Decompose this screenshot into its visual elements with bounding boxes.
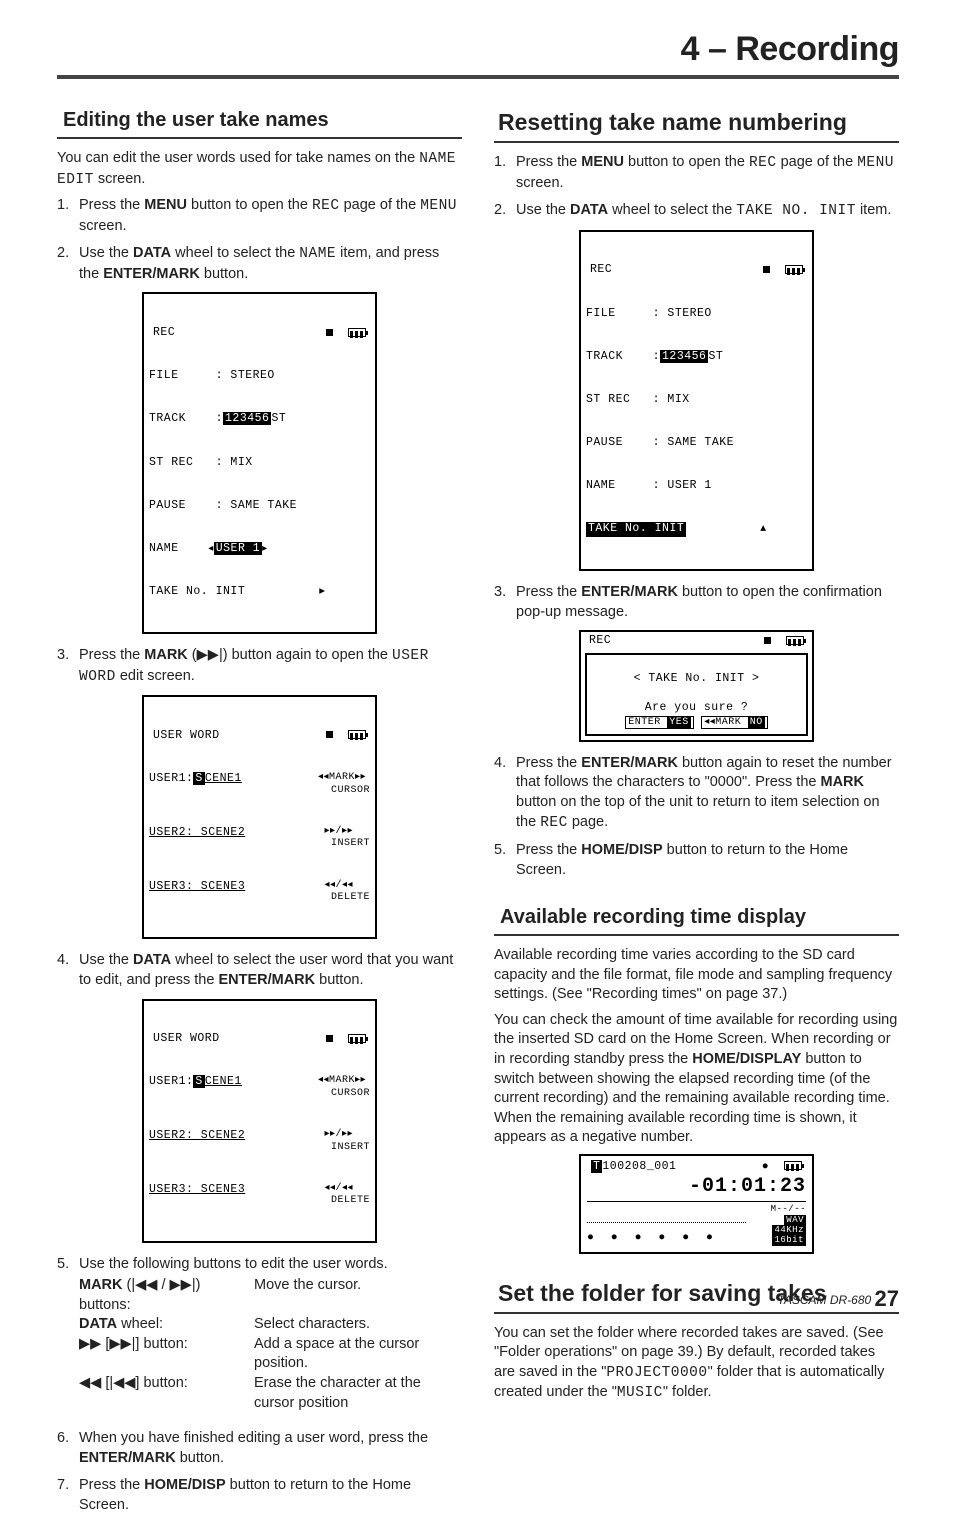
chapter-rule — [57, 75, 899, 79]
set-folder-text: You can set the folder where recorded ta… — [494, 1324, 899, 1404]
section-resetting-take-name-numbering: Resetting take name numbering — [494, 107, 899, 143]
avail-time-p2: You can check the amount of time availab… — [494, 1011, 899, 1148]
step-num: 4. — [57, 951, 79, 990]
step-5: Use the following buttons to edit the us… — [79, 1255, 462, 1422]
page-footer: TASCAM DR-680 27 — [777, 1286, 899, 1312]
step-6: When you have finished editing a user wo… — [79, 1429, 462, 1468]
lcd-rec-menu: REC FILE : STEREO TRACK :123456ST ST REC… — [142, 292, 377, 634]
section-available-recording-time: Available recording time display — [494, 904, 899, 936]
lcd-home-screen: T100208_001 ● -01:01:23 ● ● ● ● ● ● M--/… — [579, 1154, 814, 1254]
step-num: 5. — [494, 841, 516, 880]
left-column: Editing the user take names You can edit… — [57, 107, 462, 1523]
button-table: MARK (|◀◀ / ▶▶|) buttons:Move the cursor… — [79, 1276, 462, 1413]
step-num: 4. — [494, 754, 516, 833]
step-num: 3. — [57, 646, 79, 687]
step-7: Press the HOME/DISP button to return to … — [79, 1476, 462, 1515]
step-4: Use the DATA wheel to select the user wo… — [79, 951, 462, 990]
step-num: 6. — [57, 1429, 79, 1468]
rstep-5: Press the HOME/DISP button to return to … — [516, 841, 899, 880]
step-3: Press the MARK (▶▶|) button again to ope… — [79, 646, 462, 687]
step-num: 7. — [57, 1476, 79, 1515]
lcd-user-word-2: USER WORD USER1:SCENE1 ◂◂MARK▸▸ CURSOR U… — [142, 999, 377, 1243]
step-2: Use the DATA wheel to select the NAME it… — [79, 244, 462, 284]
intro-text: You can edit the user words used for tak… — [57, 149, 462, 190]
step-num: 3. — [494, 583, 516, 622]
step-num: 2. — [57, 244, 79, 284]
step-1: Press the MENU button to open the REC pa… — [79, 196, 462, 236]
step-num: 2. — [494, 201, 516, 222]
step-num: 1. — [494, 153, 516, 193]
rstep-3: Press the ENTER/MARK button to open the … — [516, 583, 899, 622]
rstep-1: Press the MENU button to open the REC pa… — [516, 153, 899, 193]
lcd-rec-menu-init: REC FILE : STEREO TRACK :123456ST ST REC… — [579, 230, 814, 572]
lcd-confirm-popup: REC < TAKE No. INIT > Are you sure ? ENT… — [579, 630, 814, 741]
rstep-4: Press the ENTER/MARK button again to res… — [516, 754, 899, 833]
step-num: 1. — [57, 196, 79, 236]
step-num: 5. — [57, 1255, 79, 1422]
rstep-2: Use the DATA wheel to select the TAKE NO… — [516, 201, 899, 222]
avail-time-p1: Available recording time varies accordin… — [494, 946, 899, 1005]
chapter-title: 4 – Recording — [57, 30, 899, 69]
lcd-user-word: USER WORD USER1:SCENE1 ◂◂MARK▸▸ CURSOR U… — [142, 695, 377, 939]
section-editing-user-take-names: Editing the user take names — [57, 107, 462, 139]
